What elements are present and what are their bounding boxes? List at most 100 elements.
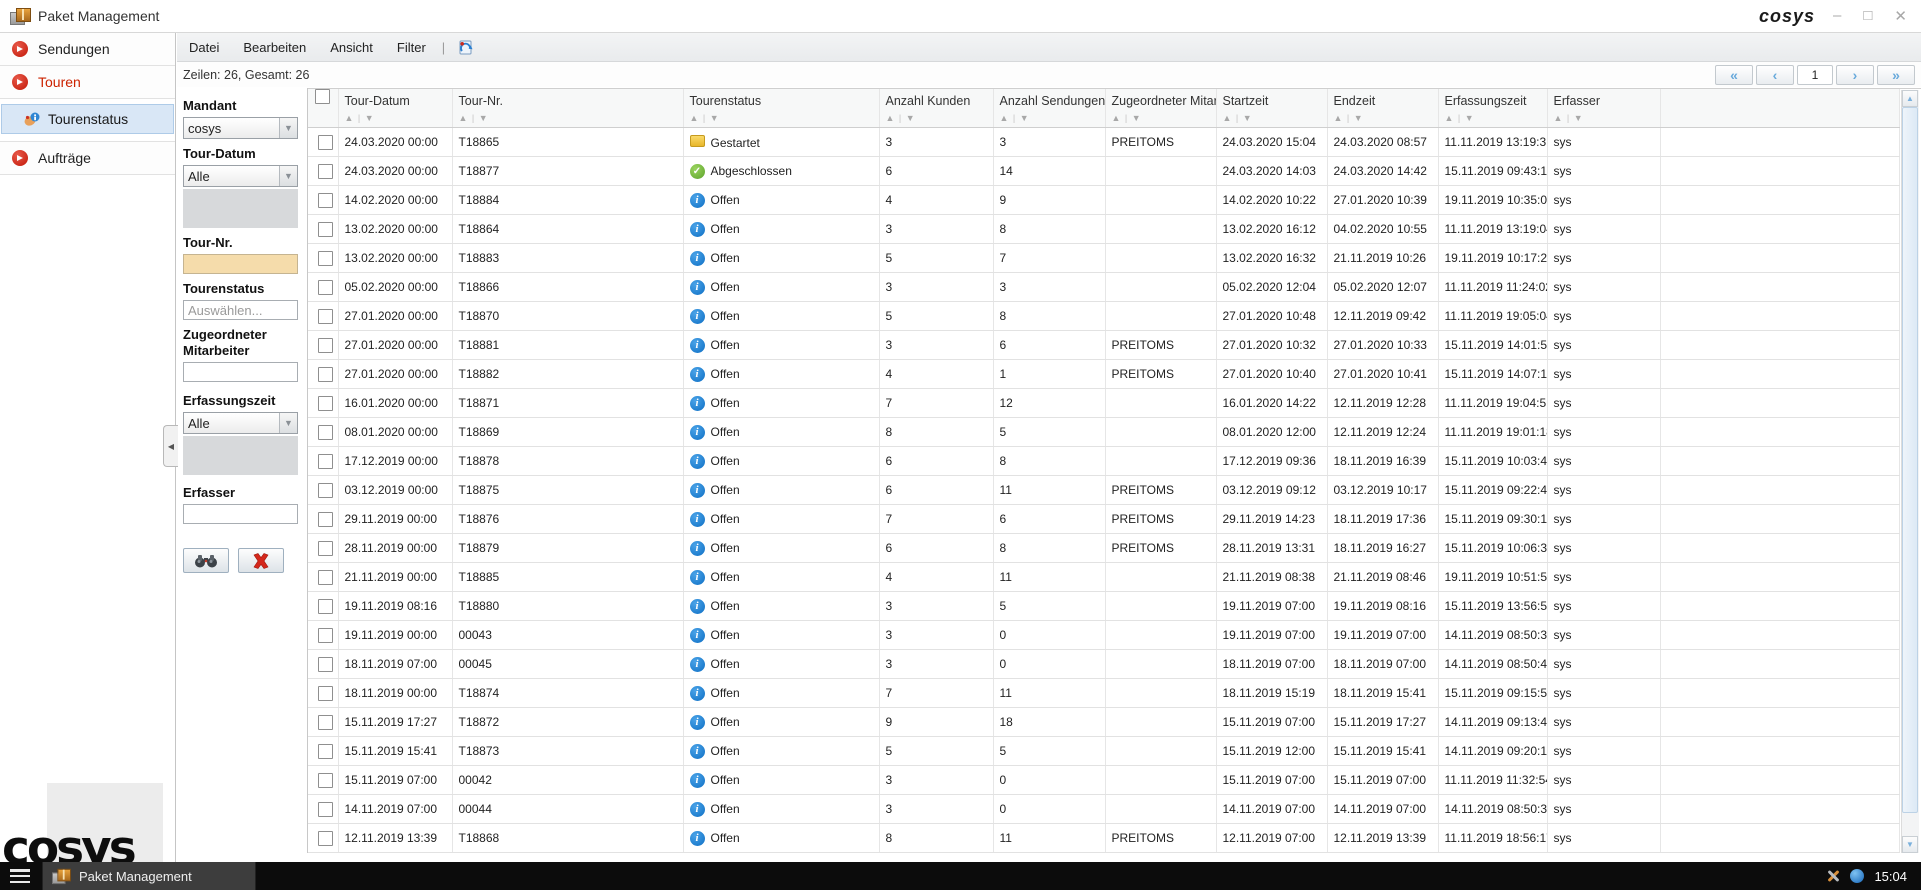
vertical-scrollbar[interactable]: ▲ ▼: [1901, 90, 1919, 853]
sort-asc-icon[interactable]: ▲: [886, 113, 896, 123]
table-row[interactable]: 13.02.2020 00:00T18864iOffen3813.02.2020…: [308, 215, 1900, 244]
minimize-button[interactable]: –: [1833, 7, 1841, 25]
sort-desc-icon[interactable]: ▼: [1020, 113, 1030, 123]
row-checkbox[interactable]: [318, 715, 333, 730]
start-menu-icon[interactable]: [10, 869, 30, 883]
table-row[interactable]: 21.11.2019 00:00T18885iOffen41121.11.201…: [308, 563, 1900, 592]
table-row[interactable]: 15.11.2019 15:41T18873iOffen5515.11.2019…: [308, 737, 1900, 766]
table-row[interactable]: 27.01.2020 00:00T18882iOffen41PREITOMS27…: [308, 360, 1900, 389]
column-header-tourenstatus[interactable]: Tourenstatus▲ | ▼: [683, 89, 879, 128]
sort-desc-icon[interactable]: ▼: [906, 113, 916, 123]
table-row[interactable]: 12.11.2019 13:39T18868iOffen811PREITOMS1…: [308, 824, 1900, 853]
sort-controls[interactable]: ▲ | ▼: [684, 113, 879, 127]
tools-tray-icon[interactable]: [1826, 869, 1840, 883]
pagination-last-button[interactable]: »: [1877, 65, 1915, 85]
row-checkbox[interactable]: [318, 251, 333, 266]
sort-desc-icon[interactable]: ▼: [1132, 113, 1142, 123]
table-row[interactable]: 13.02.2020 00:00T18883iOffen5713.02.2020…: [308, 244, 1900, 273]
row-checkbox[interactable]: [318, 686, 333, 701]
clear-filter-button[interactable]: [238, 548, 284, 573]
row-checkbox[interactable]: [318, 541, 333, 556]
table-row[interactable]: 24.03.2020 00:00T18877✓Abgeschlossen6142…: [308, 157, 1900, 186]
mitarbeiter-input[interactable]: [183, 362, 298, 382]
sort-desc-icon[interactable]: ▼: [479, 113, 489, 123]
column-header-erfasser[interactable]: Erfasser▲ | ▼: [1547, 89, 1660, 128]
column-header-anzahl-kunden[interactable]: Anzahl Kunden▲ | ▼: [879, 89, 993, 128]
row-checkbox[interactable]: [318, 570, 333, 585]
sort-asc-icon[interactable]: ▲: [1000, 113, 1010, 123]
column-header-endzeit[interactable]: Endzeit▲ | ▼: [1327, 89, 1438, 128]
column-header-startzeit[interactable]: Startzeit▲ | ▼: [1216, 89, 1327, 128]
column-header-anzahl-sendungen[interactable]: Anzahl Sendungen▲ | ▼: [993, 89, 1105, 128]
table-row[interactable]: 14.11.2019 07:0000044iOffen3014.11.2019 …: [308, 795, 1900, 824]
row-checkbox[interactable]: [318, 135, 333, 150]
pagination-page-input[interactable]: 1: [1797, 65, 1833, 85]
table-row[interactable]: 19.11.2019 08:16T18880iOffen3519.11.2019…: [308, 592, 1900, 621]
sidebar-item-sendungen[interactable]: Sendungen: [0, 33, 175, 66]
row-checkbox[interactable]: [318, 222, 333, 237]
row-checkbox[interactable]: [318, 512, 333, 527]
sort-asc-icon[interactable]: ▲: [1223, 113, 1233, 123]
erfasser-input[interactable]: [183, 504, 298, 524]
sort-desc-icon[interactable]: ▼: [1465, 113, 1475, 123]
row-checkbox[interactable]: [318, 773, 333, 788]
row-checkbox[interactable]: [318, 483, 333, 498]
sidebar-item-auftraege[interactable]: Aufträge: [0, 141, 175, 175]
column-header-tour-nr-[interactable]: Tour-Nr.▲ | ▼: [452, 89, 683, 128]
table-row[interactable]: 17.12.2019 00:00T18878iOffen6817.12.2019…: [308, 447, 1900, 476]
sort-controls[interactable]: ▲ | ▼: [1328, 113, 1438, 127]
table-row[interactable]: 08.01.2020 00:00T18869iOffen8508.01.2020…: [308, 418, 1900, 447]
sort-controls[interactable]: ▲ | ▼: [1548, 113, 1660, 127]
sort-asc-icon[interactable]: ▲: [459, 113, 469, 123]
sort-controls[interactable]: ▲ | ▼: [339, 113, 452, 127]
table-row[interactable]: 18.11.2019 00:00T18874iOffen71118.11.201…: [308, 679, 1900, 708]
tour-datum-select[interactable]: Alle ▼: [183, 165, 298, 187]
tourenstatus-input[interactable]: Auswählen...: [183, 300, 298, 320]
sort-controls[interactable]: ▲ | ▼: [1106, 113, 1216, 127]
row-checkbox[interactable]: [318, 425, 333, 440]
menu-filter[interactable]: Filter: [385, 33, 438, 61]
table-row[interactable]: 05.02.2020 00:00T18866iOffen3305.02.2020…: [308, 273, 1900, 302]
refresh-data-icon[interactable]: [457, 39, 474, 56]
search-button[interactable]: [183, 548, 229, 573]
row-checkbox[interactable]: [318, 396, 333, 411]
table-row[interactable]: 28.11.2019 00:00T18879iOffen68PREITOMS28…: [308, 534, 1900, 563]
row-checkbox[interactable]: [318, 657, 333, 672]
row-checkbox[interactable]: [318, 599, 333, 614]
sort-controls[interactable]: ▲ | ▼: [1217, 113, 1327, 127]
table-row[interactable]: 27.01.2020 00:00T18870iOffen5827.01.2020…: [308, 302, 1900, 331]
sort-asc-icon[interactable]: ▲: [690, 113, 700, 123]
erfassungszeit-select[interactable]: Alle ▼: [183, 412, 298, 434]
maximize-button[interactable]: □: [1863, 7, 1872, 25]
mandant-select[interactable]: cosys ▼: [183, 117, 298, 139]
scrollbar-thumb[interactable]: [1902, 107, 1918, 813]
network-tray-icon[interactable]: [1850, 869, 1864, 883]
scroll-down-arrow-icon[interactable]: ▼: [1902, 836, 1918, 853]
close-button[interactable]: ✕: [1894, 7, 1907, 25]
sort-controls[interactable]: ▲ | ▼: [453, 113, 683, 127]
sort-desc-icon[interactable]: ▼: [1574, 113, 1584, 123]
sort-controls[interactable]: ▲ | ▼: [994, 113, 1105, 127]
sort-desc-icon[interactable]: ▼: [710, 113, 720, 123]
sort-desc-icon[interactable]: ▼: [1354, 113, 1364, 123]
row-checkbox[interactable]: [318, 193, 333, 208]
table-row[interactable]: 19.11.2019 00:0000043iOffen3019.11.2019 …: [308, 621, 1900, 650]
pagination-prev-button[interactable]: ‹: [1756, 65, 1794, 85]
table-row[interactable]: 24.03.2020 00:00T18865Gestartet33PREITOM…: [308, 128, 1900, 157]
table-row[interactable]: 27.01.2020 00:00T18881iOffen36PREITOMS27…: [308, 331, 1900, 360]
row-checkbox[interactable]: [318, 309, 333, 324]
row-checkbox[interactable]: [318, 280, 333, 295]
menu-ansicht[interactable]: Ansicht: [318, 33, 385, 61]
row-checkbox[interactable]: [318, 744, 333, 759]
column-header-tour-datum[interactable]: Tour-Datum▲ | ▼: [338, 89, 452, 128]
column-header-zugeordneter-mitarbe[interactable]: Zugeordneter Mitarbe▲ | ▼: [1105, 89, 1216, 128]
select-all-checkbox[interactable]: [315, 89, 330, 104]
sort-controls[interactable]: ▲ | ▼: [1439, 113, 1547, 127]
table-row[interactable]: 18.11.2019 07:0000045iOffen3018.11.2019 …: [308, 650, 1900, 679]
scroll-up-arrow-icon[interactable]: ▲: [1902, 90, 1918, 107]
column-header-erfassungszeit[interactable]: Erfassungszeit▲ | ▼: [1438, 89, 1547, 128]
pagination-next-button[interactable]: ›: [1836, 65, 1874, 85]
table-row[interactable]: 15.11.2019 07:0000042iOffen3015.11.2019 …: [308, 766, 1900, 795]
row-checkbox[interactable]: [318, 338, 333, 353]
sort-desc-icon[interactable]: ▼: [365, 113, 375, 123]
